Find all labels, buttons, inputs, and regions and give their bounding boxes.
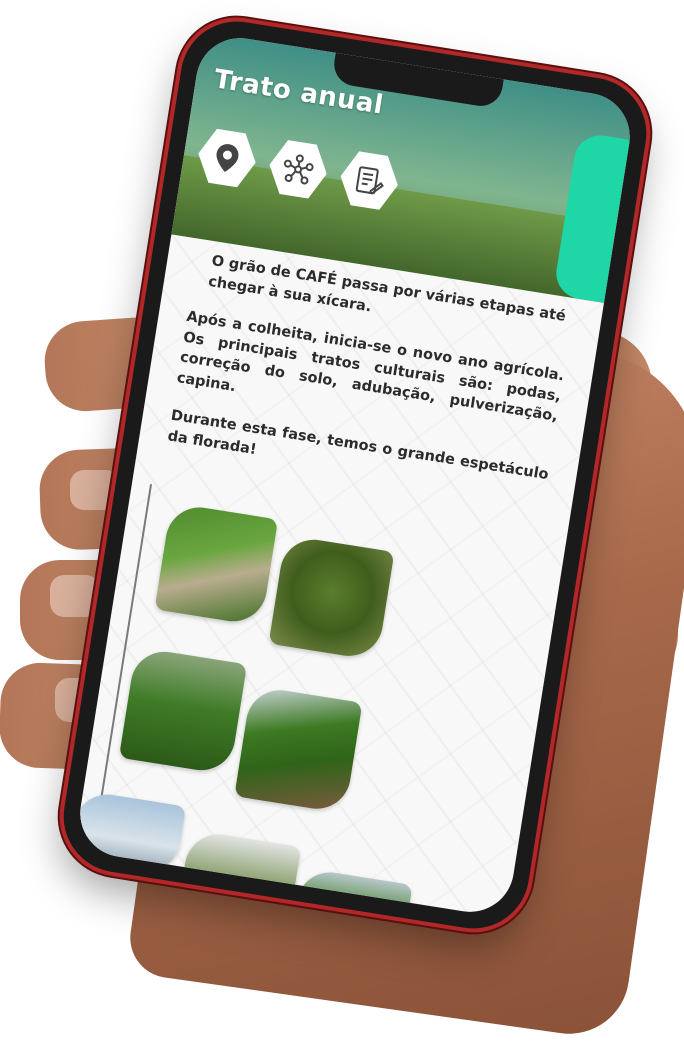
- photo-coffee-tree-pruning[interactable]: [268, 534, 395, 661]
- location-pin-icon[interactable]: [194, 125, 260, 191]
- finger-nail: [50, 575, 100, 617]
- photo-coffee-rows-road[interactable]: [234, 685, 363, 814]
- photo-worker-weeding[interactable]: [118, 646, 248, 776]
- notes-edit-icon[interactable]: [336, 147, 402, 213]
- photo-coffee-rows-path[interactable]: [154, 502, 279, 627]
- network-nodes-icon[interactable]: [265, 136, 331, 202]
- accent-tab[interactable]: [552, 131, 630, 303]
